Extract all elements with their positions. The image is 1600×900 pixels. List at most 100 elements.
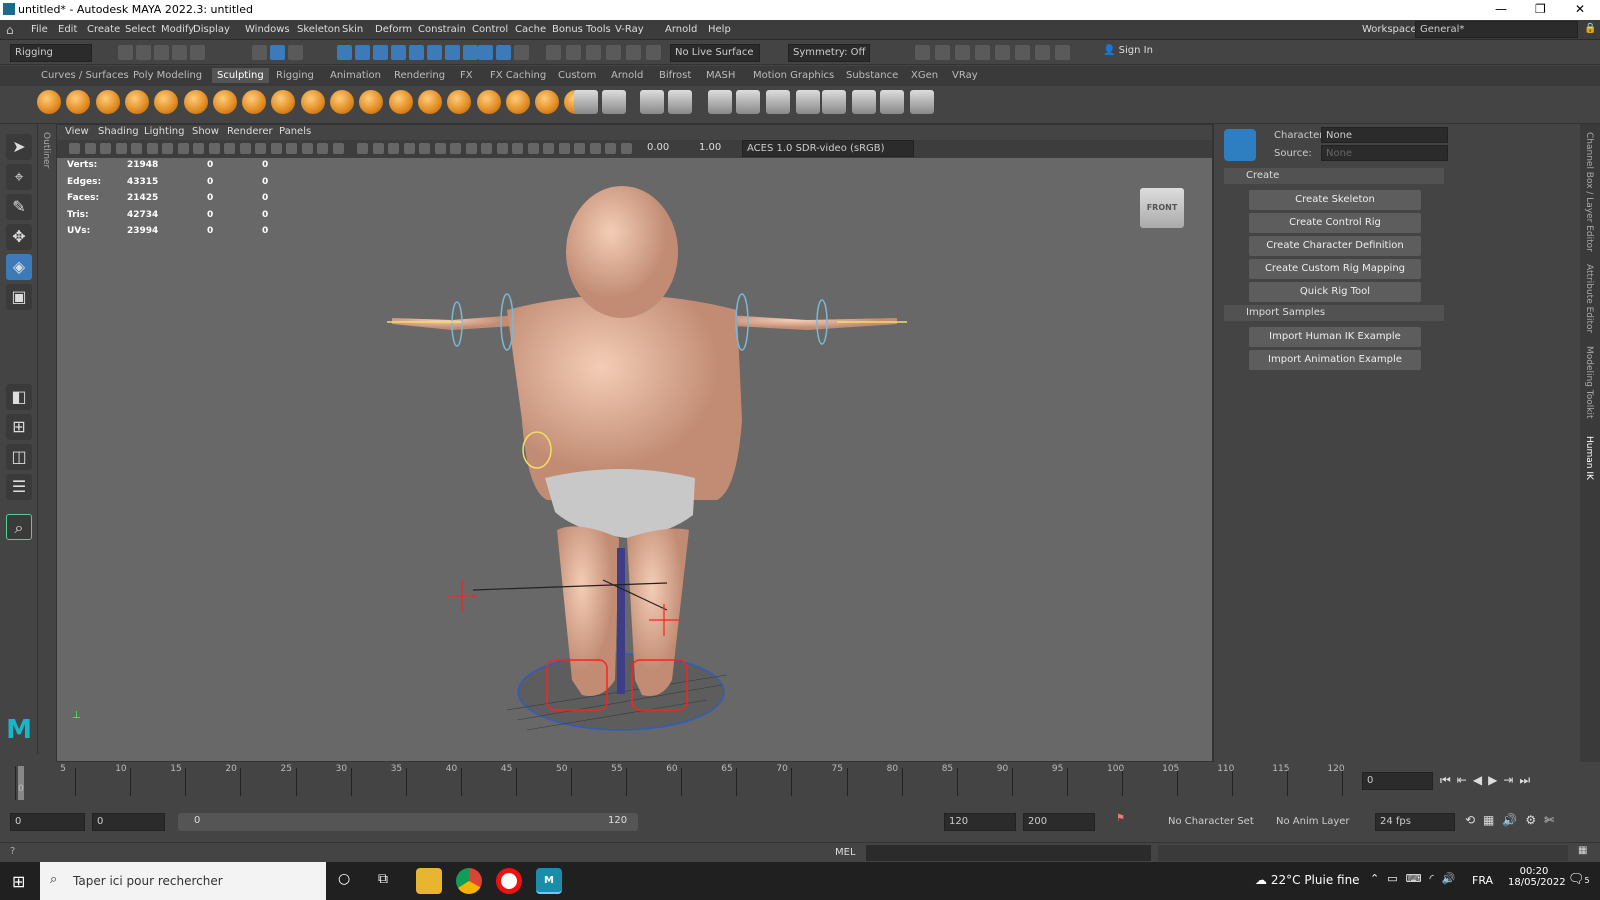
restore-icon[interactable]: ❐ [1535,2,1546,16]
panel-toolbar-icon[interactable] [100,143,111,154]
statusline-tool-icon[interactable] [288,45,303,60]
sculpt-brush-icon[interactable] [95,90,120,114]
shelf-tool-icon[interactable] [910,90,934,114]
statusline-tool-icon[interactable] [355,45,370,60]
panel-toolbar-icon[interactable] [255,143,266,154]
rotate-tool-icon[interactable]: ◈ [6,254,32,280]
outliner-tab[interactable]: Outliner [41,132,51,168]
shelf-tab-polymodeling[interactable]: Poly Modeling [133,70,202,81]
panel-toolbar-icon[interactable] [286,143,297,154]
panel-toolbar-icon[interactable] [357,143,368,154]
home-icon[interactable]: ⌂ [6,23,14,37]
shelf-tab-vray[interactable]: VRay [952,70,978,81]
panel-toolbar-icon[interactable] [589,143,601,154]
panel-toolbar-icon[interactable] [419,143,430,154]
shelf-tool-icon[interactable] [736,90,760,114]
mode-menu-dropdown[interactable]: Rigging [10,44,92,62]
exposure-value[interactable]: 0.00 [647,142,669,153]
panel-toolbar-icon[interactable] [512,143,523,154]
shelf-tab-fxcaching[interactable]: FX Caching [490,70,546,81]
panel-toolbar-icon[interactable] [558,143,570,154]
shelf-tab-animation[interactable]: Animation [330,70,381,81]
sculpt-brush-icon[interactable] [388,90,413,114]
shelf-tool-icon[interactable] [796,90,820,114]
panel-menu-shading[interactable]: Shading [98,126,139,137]
shelf-tool-icon[interactable] [602,90,626,114]
system-tray-icons[interactable]: ⌃▭⌨◜🔊 [1370,872,1463,885]
sculpt-brush-icon[interactable] [476,90,501,114]
statusline-tool-icon[interactable] [1015,45,1030,60]
panel-toolbar-icon[interactable] [162,143,173,154]
statusline-tool-icon[interactable] [373,45,388,60]
hik-quick-rig-tool-button[interactable]: Quick Rig Tool [1249,282,1421,302]
statusline-tool-icon[interactable] [514,45,529,60]
shelf-tab-rendering[interactable]: Rendering [394,70,445,81]
task-view-icon[interactable]: ⧉ [378,871,388,887]
sculpt-brush-icon[interactable] [124,90,149,114]
import-samples-header[interactable]: Import Samples [1224,305,1444,321]
shelf-tab-bifrost[interactable]: Bifrost [659,70,691,81]
statusline-tool-icon[interactable] [1035,45,1050,60]
lock-icon[interactable]: 🔒 [1584,23,1596,34]
hik-create-skeleton-button[interactable]: Create Skeleton [1249,190,1421,210]
playback-controls-icon[interactable]: ⏮⇤◀▶⇥⏭ [1440,773,1536,788]
statusline-tool-icon[interactable] [337,45,352,60]
lasso-tool-icon[interactable]: ⌖ [6,164,32,190]
clock[interactable]: 00:20 18/05/2022 [1508,866,1566,888]
workspace-dropdown[interactable]: General* [1415,21,1578,38]
statusline-tool-icon[interactable] [496,45,511,60]
panel-toolbar-icon[interactable] [146,143,158,154]
hik-import-animation-example-button[interactable]: Import Animation Example [1249,350,1421,370]
viewport-panel[interactable]: View Shading Lighting Show Renderer Panels 0.… [56,124,1213,762]
shelf-tool-icon[interactable] [640,90,664,114]
panel-toolbar-icon[interactable] [620,143,632,154]
menu-edit[interactable]: Edit [58,24,77,35]
create-section-header[interactable]: Create [1224,168,1444,184]
panel-toolbar-icon[interactable] [193,143,204,154]
menu-control[interactable]: Control [472,24,508,35]
panel-toolbar-icon[interactable] [317,143,328,154]
sculpt-brush-icon[interactable] [66,90,91,114]
input-language[interactable]: FRA [1472,874,1493,887]
move-tool-icon[interactable]: ✥ [6,224,32,250]
sculpt-brush-icon[interactable] [330,90,354,114]
chrome-icon[interactable] [456,868,482,894]
statusline-tool-icon[interactable] [915,45,930,60]
panel-toolbar-icon[interactable] [434,143,446,154]
menu-constrain[interactable]: Constrain [418,24,466,35]
hik-import-human-ik-example-button[interactable]: Import Human IK Example [1249,327,1421,347]
shelf-tool-icon[interactable] [574,90,598,114]
symmetry-dropdown[interactable]: Symmetry: Off [788,44,870,62]
sculpt-brush-icon[interactable] [183,90,208,114]
gamma-value[interactable]: 1.00 [699,142,721,153]
panel-menu-show[interactable]: Show [192,126,219,137]
paint-select-icon[interactable]: ✎ [6,194,32,220]
range-slider[interactable]: 0 120 [178,813,638,831]
auto-key-icon[interactable]: ⚑ [1116,813,1125,824]
statusline-tool-icon[interactable] [252,45,267,60]
scale-tool-icon[interactable]: ▣ [6,284,32,310]
scene-start-field[interactable]: 0 [10,813,85,831]
menu-file[interactable]: File [31,24,48,35]
view-cube[interactable]: FRONT [1140,188,1184,228]
color-space-dropdown[interactable]: ACES 1.0 SDR-video (sRGB) [742,140,914,157]
sculpt-brush-icon[interactable] [271,90,296,114]
statusline-tool-icon[interactable] [154,45,169,60]
close-icon[interactable]: ✕ [1575,2,1585,16]
sculpt-brush-icon[interactable] [447,90,472,114]
shelf-tab-substance[interactable]: Substance [846,70,898,81]
menu-modify[interactable]: Modify [161,24,194,35]
sculpt-brush-icon[interactable] [505,90,530,114]
statusline-tool-icon[interactable] [935,45,950,60]
menu-deform[interactable]: Deform [375,24,412,35]
statusline-tool-icon[interactable] [975,45,990,60]
statusline-tool-icon[interactable] [136,45,151,60]
sculpt-brush-icon[interactable] [37,90,61,114]
single-view-icon[interactable]: ◧ [6,384,32,410]
statusline-tool-icon[interactable] [1055,45,1070,60]
panel-toolbar-icon[interactable] [496,143,508,154]
shelf-tool-icon[interactable] [668,90,692,114]
attribute-editor-tab[interactable]: Attribute Editor [1584,264,1594,333]
menu-windows[interactable]: Windows [245,24,290,35]
panel-menu-lighting[interactable]: Lighting [144,126,184,137]
